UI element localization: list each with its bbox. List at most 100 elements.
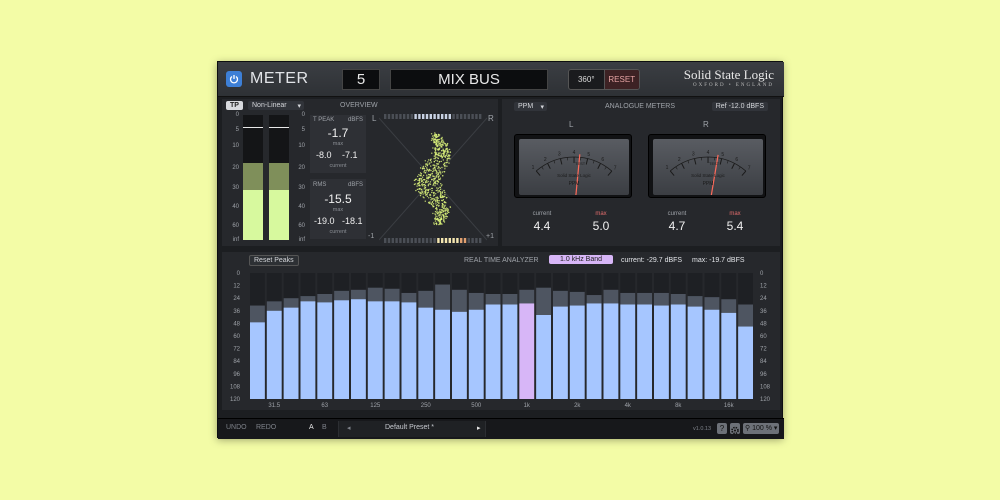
meter-scale-left-tick: 0 <box>235 112 239 118</box>
rta-bar[interactable] <box>536 315 551 399</box>
redo-button[interactable]: REDO <box>256 424 276 431</box>
meter-fill-rms <box>243 190 263 240</box>
level-meters-panel: TP Non-Linear ▾ OVERVIEW T PEAK dBFS -1.… <box>222 99 498 246</box>
balance-segment <box>425 114 429 119</box>
rta-bar[interactable] <box>367 301 383 399</box>
dial-number: 3 <box>558 152 561 158</box>
rta-bar[interactable] <box>418 307 434 399</box>
tpeak-unit: dBFS <box>347 117 363 123</box>
power-icon <box>229 75 239 84</box>
correlation-segment <box>425 238 429 243</box>
balance-segment <box>479 114 482 119</box>
dial-unit-text: PPM <box>702 181 714 187</box>
correlation-segment <box>387 238 391 243</box>
meter-fill-peak <box>243 162 263 190</box>
meter-scale-left-tick: 10 <box>232 143 239 149</box>
peak-meter-right <box>269 115 289 240</box>
correlation-min-label: -1 <box>368 233 375 240</box>
dial-tick <box>731 163 735 169</box>
footer-bar: UNDO REDO A B ◂ Default Preset * ▸ v1.0.… <box>218 418 784 439</box>
rta-y-tick-left: 72 <box>233 347 240 353</box>
dial-tick <box>687 160 690 164</box>
preset-a-button[interactable]: A <box>309 424 314 431</box>
rta-bar[interactable] <box>317 302 333 399</box>
rta-x-tick: 31.5 <box>268 403 280 409</box>
reset-button[interactable]: RESET <box>604 70 639 89</box>
brand-logo: Solid State Logic OXFORD • ENGLAND <box>684 67 774 88</box>
settings-button[interactable] <box>730 423 740 435</box>
vu-left-channel-label: L <box>569 120 574 129</box>
rta-bar[interactable] <box>334 300 349 399</box>
reset-peaks-button[interactable]: Reset Peaks <box>249 255 299 266</box>
rta-bar[interactable] <box>687 306 703 399</box>
zoom-dropdown[interactable]: ⚲ 100 % ▾ <box>743 423 779 434</box>
rta-bar[interactable] <box>603 303 619 399</box>
rta-bar[interactable] <box>283 307 299 399</box>
rta-bar[interactable] <box>468 309 484 399</box>
rta-max-level: max: -19.7 dBFS <box>692 257 745 264</box>
vu-meter-left: 1 2 3 4 5 6 7 Solid State Logic PPM TEST <box>514 134 632 198</box>
balance-segment <box>460 114 463 119</box>
rta-bar[interactable] <box>704 309 720 399</box>
rms-current-left: -19.0 <box>314 216 335 226</box>
instance-number-field[interactable]: 5 <box>342 69 380 90</box>
meter-scale-left-tick: 30 <box>232 185 239 191</box>
rta-bar[interactable] <box>721 312 737 399</box>
dial-number: 5 <box>721 152 724 158</box>
dial-brand-text: Solid State Logic <box>557 173 591 178</box>
rta-bar[interactable] <box>553 306 568 399</box>
tp-badge[interactable]: TP <box>226 101 243 110</box>
rta-bar[interactable] <box>351 299 366 399</box>
rta-bar[interactable] <box>586 303 602 399</box>
band-select-button[interactable]: 1.0 kHz Band <box>549 255 613 264</box>
reference-level-button[interactable]: Ref -12.0 dBFS <box>711 102 768 111</box>
rta-bar[interactable] <box>569 305 585 399</box>
rta-bar[interactable] <box>637 304 652 400</box>
next-preset-icon[interactable]: ▸ <box>477 424 481 432</box>
meter-fill-rms <box>269 190 289 240</box>
rta-bar-selected[interactable] <box>519 303 535 399</box>
rta-bar[interactable] <box>384 301 400 399</box>
chevron-down-icon: ▾ <box>297 103 301 110</box>
meter-scale-right-tick: 30 <box>298 185 305 191</box>
scale-mode-dropdown[interactable]: Non-Linear ▾ <box>248 101 304 110</box>
rta-bar[interactable] <box>654 305 669 399</box>
360-button[interactable]: 360° <box>569 70 605 89</box>
preset-b-button[interactable]: B <box>322 424 327 431</box>
rta-bar[interactable] <box>502 304 518 400</box>
rta-bar[interactable] <box>250 322 265 399</box>
dial-tick <box>585 158 589 165</box>
rta-bar[interactable] <box>738 326 753 399</box>
rta-bar[interactable] <box>620 304 636 400</box>
rta-y-tick-right: 96 <box>760 372 767 378</box>
undo-button[interactable]: UNDO <box>226 424 247 431</box>
dial-unit-text: PPM <box>568 181 580 187</box>
preset-name[interactable]: Default Preset * <box>385 424 434 431</box>
analogue-meters-title: ANALOGUE METERS <box>605 103 676 110</box>
rta-bar[interactable] <box>266 310 282 399</box>
meter-scale-right-tick: 5 <box>301 127 305 133</box>
tpeak-current-label: current <box>329 163 347 169</box>
help-button[interactable]: ? <box>717 423 727 434</box>
prev-preset-icon[interactable]: ◂ <box>347 424 351 432</box>
balance-segment <box>403 114 406 119</box>
meter-mode-dropdown[interactable]: PPM ▾ <box>514 102 547 111</box>
rta-bar[interactable] <box>300 301 316 399</box>
dial-number: 1 <box>532 165 535 171</box>
preset-browser: ◂ Default Preset * ▸ <box>338 421 486 437</box>
rms-current-label: current <box>329 229 347 235</box>
power-button[interactable] <box>226 71 242 87</box>
rta-x-tick: 250 <box>421 403 432 409</box>
dial-tick <box>541 166 544 170</box>
bus-name-field[interactable]: MIX BUS <box>390 69 548 90</box>
rta-bar[interactable] <box>670 304 686 400</box>
peak-hold-marker <box>243 127 263 128</box>
correlation-segment <box>479 238 482 243</box>
rta-bar[interactable] <box>485 304 501 400</box>
rta-bar[interactable] <box>401 302 417 399</box>
rta-bar[interactable] <box>435 309 450 399</box>
correlation-segment <box>441 238 444 243</box>
rta-bar[interactable] <box>452 311 467 399</box>
overview-label: OVERVIEW <box>340 102 378 109</box>
dial-tick <box>604 166 607 170</box>
